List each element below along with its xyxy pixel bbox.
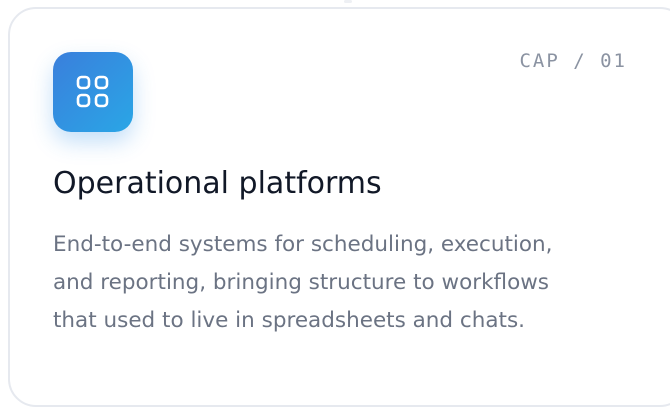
card-title: Operational platforms (53, 166, 382, 201)
capability-icon-tile (53, 52, 133, 132)
description-line: and reporting, bringing structure to wor… (53, 270, 550, 295)
description-line: End-to-end systems for scheduling, execu… (53, 232, 553, 257)
grid-icon (76, 75, 109, 108)
description-line: that used to live in spreadsheets and ch… (53, 308, 526, 333)
capability-index-label: CAP / 01 (519, 50, 627, 72)
top-divider-tick (344, 0, 352, 3)
card-description: End-to-end systems for scheduling, execu… (53, 226, 663, 340)
